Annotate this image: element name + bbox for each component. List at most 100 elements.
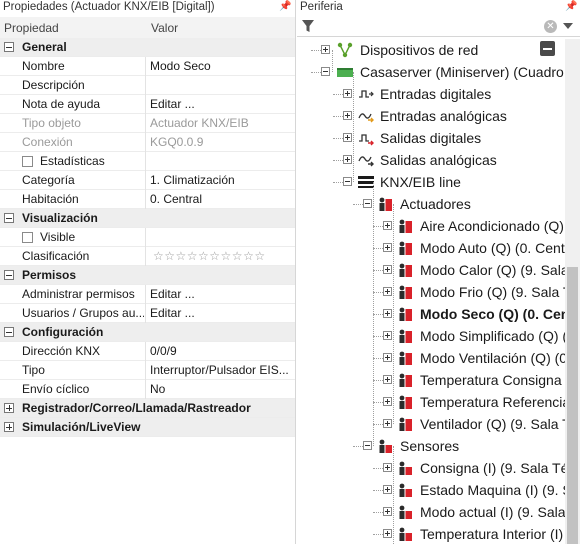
property-group[interactable]: Permisos [0,266,295,285]
collapse-icon[interactable] [4,270,14,280]
property-value[interactable]: No [150,380,293,399]
tree-node[interactable]: Modo Ventilación (Q) (0. Central) [297,347,567,369]
expand-icon[interactable] [343,111,352,120]
property-group[interactable]: General [0,38,295,57]
property-value[interactable]: Modo Seco [150,57,293,76]
tree-scrollbar[interactable] [565,39,580,544]
property-row[interactable]: Nombre Modo Seco [0,57,295,76]
property-value[interactable]: 0/0/9 [150,342,293,361]
expand-icon[interactable] [383,265,392,274]
tree-node-label[interactable]: Entradas digitales [380,83,491,105]
expand-icon[interactable] [4,422,14,432]
tree-node-label[interactable]: Consigna (I) (9. Sala Técnica) [420,457,567,479]
tree-node[interactable]: Actuadores [297,193,567,215]
property-value[interactable]: Editar ... [150,304,293,323]
tree-node-label[interactable]: Salidas digitales [380,127,481,149]
property-value[interactable]: Editar ... [150,285,293,304]
property-row[interactable]: Clasificación ☆☆☆☆☆☆☆☆☆☆ [0,247,295,266]
property-row[interactable]: Categoría 1. Climatización [0,171,295,190]
tree-node-label[interactable]: Entradas analógicas [380,105,507,127]
tree-node-label[interactable]: Modo actual (I) (9. Sala Técnica) [420,501,567,523]
tree-node[interactable]: Consigna (I) (9. Sala Técnica) [297,457,567,479]
tree-node[interactable]: Temperatura Referencia (Q) [297,391,567,413]
tree-node[interactable]: Dispositivos de red [297,39,567,61]
expand-icon[interactable] [4,403,14,413]
clear-filter-icon[interactable]: ✕ [544,20,557,33]
expand-icon[interactable] [383,375,392,384]
property-row[interactable]: Tipo Interruptor/Pulsador EIS... [0,361,295,380]
tree-node[interactable]: Salidas digitales [297,127,567,149]
tree-node-label[interactable]: Ventilador (Q) (9. Sala Técnica) [420,413,567,435]
tree-node-label[interactable]: Modo Ventilación (Q) (0. Central) [420,347,567,369]
property-row[interactable]: Descripción [0,76,295,95]
tree-node-label[interactable]: Modo Seco (Q) (0. Central) [420,303,567,325]
expand-icon[interactable] [383,243,392,252]
collapse-icon[interactable] [4,327,14,337]
tree-node[interactable]: Entradas digitales [297,83,567,105]
tree-node-label[interactable]: KNX/EIB line [380,171,461,193]
tree-node-label[interactable]: Modo Frio (Q) (9. Sala Técnica) [420,281,567,303]
collapse-icon[interactable] [363,441,372,450]
expand-icon[interactable] [383,485,392,494]
tree-node[interactable]: Sensores [297,435,567,457]
expand-icon[interactable] [343,133,352,142]
expand-icon[interactable] [383,309,392,318]
expand-icon[interactable] [383,287,392,296]
column-header-value[interactable]: Valor [151,21,178,35]
filter-input[interactable] [317,18,542,35]
tree-node-label[interactable]: Modo Simplificado (Q) (0. Central) [420,325,567,347]
scrollbar-thumb[interactable] [567,267,578,544]
tree-node[interactable]: Modo Simplificado (Q) (0. Central) [297,325,567,347]
property-row[interactable]: Habitación 0. Central [0,190,295,209]
property-value[interactable]: 1. Climatización [150,171,293,190]
tree-node[interactable]: Ventilador (Q) (9. Sala Técnica) [297,413,567,435]
expand-icon[interactable] [343,89,352,98]
tree-node-label[interactable]: Sensores [400,435,459,457]
filter-icon[interactable] [302,20,314,33]
expand-icon[interactable] [383,463,392,472]
property-group[interactable]: Registrador/Correo/Llamada/Rastreador [0,399,295,418]
tree-node[interactable]: Entradas analógicas [297,105,567,127]
tree-node-label[interactable]: Estado Maquina (I) (9. Sala Técnica) [420,479,567,501]
property-value[interactable]: KGQ0.0.9 [150,133,293,152]
tree-node-label[interactable]: Dispositivos de red [360,39,478,61]
expand-icon[interactable] [383,353,392,362]
pin-icon[interactable]: 📌 [565,0,577,14]
property-row[interactable]: Administrar permisos Editar ... [0,285,295,304]
property-group[interactable]: Visualización [0,209,295,228]
checkbox[interactable] [22,232,33,243]
expand-icon[interactable] [383,507,392,516]
expand-icon[interactable] [383,419,392,428]
tree-node[interactable]: Modo actual (I) (9. Sala Técnica) [297,501,567,523]
tree-node-label[interactable]: Casaserver (Miniserver) (Cuadro general) [360,61,567,83]
tree-node-label[interactable]: Modo Calor (Q) (9. Sala Técnica) [420,259,567,281]
tree-node-label[interactable]: Temperatura Referencia (Q) [420,391,567,413]
tree-node[interactable]: Casaserver (Miniserver) (Cuadro general) [297,61,567,83]
tree-node[interactable]: Salidas analógicas [297,149,567,171]
expand-icon[interactable] [321,45,330,54]
property-row[interactable]: Tipo objeto Actuador KNX/EIB [0,114,295,133]
tree-node-label[interactable]: Actuadores [400,193,471,215]
property-row[interactable]: Conexión KGQ0.0.9 [0,133,295,152]
pin-icon[interactable]: 📌 [279,0,291,14]
column-header-property[interactable]: Propiedad [4,21,59,35]
tree-node[interactable]: Modo Calor (Q) (9. Sala Técnica) [297,259,567,281]
expand-icon[interactable] [383,397,392,406]
collapse-icon[interactable] [321,67,330,76]
expand-icon[interactable] [383,529,392,538]
property-value[interactable]: 0. Central [150,190,293,209]
checkbox[interactable] [22,156,33,167]
tree-node[interactable]: Estado Maquina (I) (9. Sala Técnica) [297,479,567,501]
property-group[interactable]: Simulación/LiveView [0,418,295,437]
property-value[interactable]: Editar ... [150,95,293,114]
expand-icon[interactable] [383,221,392,230]
chevron-down-icon[interactable] [563,23,573,29]
property-row[interactable]: Usuarios / Grupos au... Editar ... [0,304,295,323]
tree-node[interactable]: Modo Seco (Q) (0. Central) [297,303,567,325]
tree-node-label[interactable]: Aire Acondicionado (Q) (9. Sala Técnica) [420,215,567,237]
tree-node[interactable]: Temperatura Consigna (Q) [297,369,567,391]
expand-icon[interactable] [343,155,352,164]
property-row[interactable]: Estadísticas [0,152,295,171]
property-value[interactable]: Interruptor/Pulsador EIS... [150,361,293,380]
tree-node[interactable]: Aire Acondicionado (Q) (9. Sala Técnica) [297,215,567,237]
